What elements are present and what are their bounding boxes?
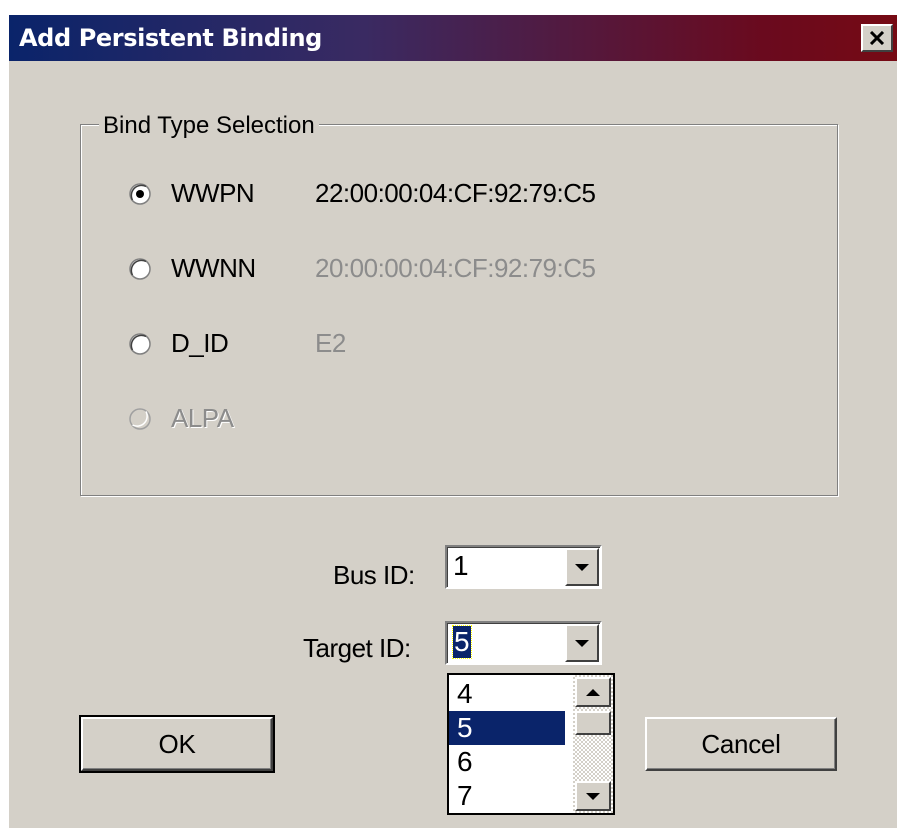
scroll-up-button[interactable]: [575, 677, 611, 707]
cancel-button[interactable]: Cancel: [645, 717, 837, 771]
scroll-down-icon: [586, 792, 600, 800]
title-bar[interactable]: Add Persistent Binding: [9, 15, 897, 61]
target-id-select[interactable]: 5: [445, 621, 602, 665]
list-item[interactable]: 5: [449, 711, 565, 745]
dropdown-scrollbar[interactable]: [573, 675, 613, 813]
target-id-value: 5: [452, 625, 472, 659]
wwpn-value: 22:00:00:04:CF:92:79:C5: [315, 178, 596, 208]
radio-label-alpa: ALPA: [171, 403, 234, 433]
radio-label-d-id: D_ID: [171, 328, 229, 358]
close-icon: [869, 31, 885, 45]
window-title: Add Persistent Binding: [19, 24, 322, 52]
radio-disabled-icon: [129, 408, 151, 430]
bind-type-group-label: Bind Type Selection: [99, 112, 319, 140]
target-id-dropdown-button[interactable]: [565, 624, 599, 662]
scroll-up-icon: [586, 688, 600, 696]
list-item[interactable]: 7: [449, 779, 565, 813]
radio-checked-icon[interactable]: [129, 183, 151, 205]
target-id-dropdown-list: 4 5 6 7: [447, 673, 615, 815]
d-id-value: E2: [315, 328, 346, 358]
radio-label-wwpn: WWPN: [171, 178, 255, 208]
ok-button[interactable]: OK: [79, 715, 275, 773]
scroll-down-button[interactable]: [575, 781, 611, 811]
bus-id-value: 1: [453, 550, 469, 581]
target-id-label: Target ID:: [303, 633, 411, 663]
radio-label-wwnn: WWNN: [171, 253, 256, 283]
bus-id-dropdown-button[interactable]: [565, 548, 599, 586]
chevron-down-icon: [575, 639, 589, 647]
bus-id-label: Bus ID:: [333, 560, 415, 590]
scroll-thumb[interactable]: [575, 711, 611, 735]
list-item[interactable]: 4: [449, 677, 565, 711]
close-button[interactable]: [861, 24, 893, 52]
chevron-down-icon: [575, 563, 589, 571]
add-persistent-binding-dialog: Add Persistent Binding Bind Type Selecti…: [9, 15, 897, 828]
bus-id-select[interactable]: 1: [445, 545, 602, 589]
radio-unchecked-icon[interactable]: [129, 258, 151, 280]
list-item[interactable]: 6: [449, 745, 565, 779]
wwnn-value: 20:00:00:04:CF:92:79:C5: [315, 253, 596, 283]
radio-unchecked-icon[interactable]: [129, 333, 151, 355]
